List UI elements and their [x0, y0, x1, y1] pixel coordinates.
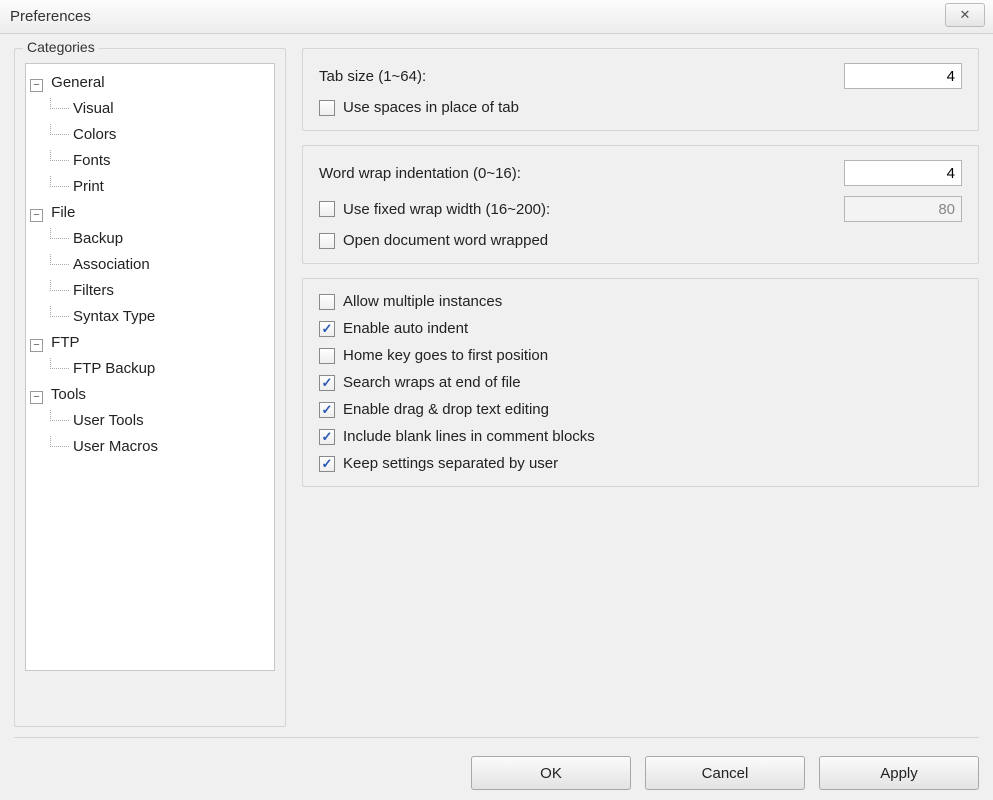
tree-item-ftp-backup[interactable]: FTP Backup: [50, 356, 270, 382]
close-button[interactable]: ✕: [945, 3, 985, 27]
preferences-window: Preferences ✕ Categories − General Visua…: [0, 0, 993, 800]
opt-search-wraps[interactable]: Search wraps at end of file: [319, 374, 962, 391]
tree-item-user-macros[interactable]: User Macros: [50, 434, 270, 460]
tree-item-colors[interactable]: Colors: [50, 122, 270, 148]
tree-label: Fonts: [73, 152, 111, 169]
titlebar: Preferences ✕: [0, 0, 993, 34]
opt-blank-lines[interactable]: Include blank lines in comment blocks: [319, 428, 962, 445]
tree-item-general[interactable]: − General: [30, 70, 270, 96]
tree-label: FTP: [51, 334, 79, 351]
tree-item-print[interactable]: Print: [50, 174, 270, 200]
apply-button[interactable]: Apply: [819, 756, 979, 790]
tab-panel: Tab size (1~64): Use spaces in place of …: [302, 48, 979, 131]
tree-label: User Macros: [73, 438, 158, 455]
tab-size-row: Tab size (1~64):: [319, 63, 962, 89]
tree-item-syntax-type[interactable]: Syntax Type: [50, 304, 270, 330]
opt-drag-drop[interactable]: Enable drag & drop text editing: [319, 401, 962, 418]
tree-children-tools: User Tools User Macros: [30, 408, 270, 460]
tree-item-fonts[interactable]: Fonts: [50, 148, 270, 174]
tree-label: Print: [73, 178, 104, 195]
checkbox-label: Allow multiple instances: [343, 293, 502, 310]
checkbox-label: Open document word wrapped: [343, 232, 548, 249]
checkbox-icon[interactable]: [319, 429, 335, 445]
tree-children-file: Backup Association Filters Syntax Type: [30, 226, 270, 330]
tree-label: Filters: [73, 282, 114, 299]
tree-item-ftp[interactable]: − FTP: [30, 330, 270, 356]
checkbox-icon[interactable]: [319, 348, 335, 364]
checkbox-icon[interactable]: [319, 100, 335, 116]
ok-button[interactable]: OK: [471, 756, 631, 790]
fixed-width-input: [844, 196, 962, 222]
opt-home-key[interactable]: Home key goes to first position: [319, 347, 962, 364]
tree-label: Backup: [73, 230, 123, 247]
tree-label: Syntax Type: [73, 308, 155, 325]
tree-label: Visual: [73, 100, 114, 117]
minus-icon[interactable]: −: [30, 391, 43, 404]
checkbox-label: Search wraps at end of file: [343, 374, 521, 391]
tree-item-association[interactable]: Association: [50, 252, 270, 278]
minus-icon[interactable]: −: [30, 79, 43, 92]
window-title: Preferences: [10, 8, 91, 25]
tree-label: User Tools: [73, 412, 144, 429]
categories-group: Categories − General Visual Colors Fonts…: [14, 48, 286, 727]
opt-keep-settings[interactable]: Keep settings separated by user: [319, 455, 962, 472]
opt-auto-indent[interactable]: Enable auto indent: [319, 320, 962, 337]
checkbox-label: Use spaces in place of tab: [343, 99, 519, 116]
checkbox-label: Use fixed wrap width (16~200):: [343, 201, 550, 218]
tree-label: File: [51, 204, 75, 221]
categories-label: Categories: [23, 39, 99, 55]
checkbox-icon[interactable]: [319, 456, 335, 472]
opt-multi[interactable]: Allow multiple instances: [319, 293, 962, 310]
tree-item-visual[interactable]: Visual: [50, 96, 270, 122]
tree-item-user-tools[interactable]: User Tools: [50, 408, 270, 434]
tree-item-backup[interactable]: Backup: [50, 226, 270, 252]
tab-size-label: Tab size (1~64):: [319, 68, 844, 85]
checkbox-icon[interactable]: [319, 375, 335, 391]
tree-label: Tools: [51, 386, 86, 403]
main-row: Categories − General Visual Colors Fonts…: [14, 48, 979, 727]
tree-item-filters[interactable]: Filters: [50, 278, 270, 304]
button-row: OK Cancel Apply: [14, 748, 979, 790]
checkbox-icon[interactable]: [319, 321, 335, 337]
settings-column: Tab size (1~64): Use spaces in place of …: [302, 48, 979, 727]
tree-item-tools[interactable]: − Tools: [30, 382, 270, 408]
tree-children-ftp: FTP Backup: [30, 356, 270, 382]
use-spaces-row[interactable]: Use spaces in place of tab: [319, 99, 962, 116]
tree-label: FTP Backup: [73, 360, 155, 377]
tree-label: Association: [73, 256, 150, 273]
checkbox-icon[interactable]: [319, 402, 335, 418]
categories-tree[interactable]: − General Visual Colors Fonts Print − Fi…: [25, 63, 275, 671]
minus-icon[interactable]: −: [30, 209, 43, 222]
fixed-width-row: Use fixed wrap width (16~200):: [319, 196, 962, 222]
checkbox-label: Home key goes to first position: [343, 347, 548, 364]
checkbox-label: Enable auto indent: [343, 320, 468, 337]
wrap-panel: Word wrap indentation (0~16): Use fixed …: [302, 145, 979, 264]
wrap-indent-input[interactable]: [844, 160, 962, 186]
options-panel: Allow multiple instances Enable auto ind…: [302, 278, 979, 487]
tab-size-input[interactable]: [844, 63, 962, 89]
checkbox-label: Include blank lines in comment blocks: [343, 428, 595, 445]
tree-label: General: [51, 74, 104, 91]
minus-icon[interactable]: −: [30, 339, 43, 352]
tree-children-general: Visual Colors Fonts Print: [30, 96, 270, 200]
checkbox-label: Keep settings separated by user: [343, 455, 558, 472]
close-icon: ✕: [960, 7, 971, 23]
fixed-width-check[interactable]: Use fixed wrap width (16~200):: [319, 201, 844, 218]
checkbox-icon[interactable]: [319, 233, 335, 249]
tree-item-file[interactable]: − File: [30, 200, 270, 226]
open-wrapped-row[interactable]: Open document word wrapped: [319, 232, 962, 249]
checkbox-icon[interactable]: [319, 294, 335, 310]
tree-label: Colors: [73, 126, 116, 143]
wrap-indent-row: Word wrap indentation (0~16):: [319, 160, 962, 186]
wrap-indent-label: Word wrap indentation (0~16):: [319, 165, 844, 182]
checkbox-icon[interactable]: [319, 201, 335, 217]
checkbox-label: Enable drag & drop text editing: [343, 401, 549, 418]
cancel-button[interactable]: Cancel: [645, 756, 805, 790]
separator: [14, 737, 979, 738]
client-area: Categories − General Visual Colors Fonts…: [0, 34, 993, 800]
